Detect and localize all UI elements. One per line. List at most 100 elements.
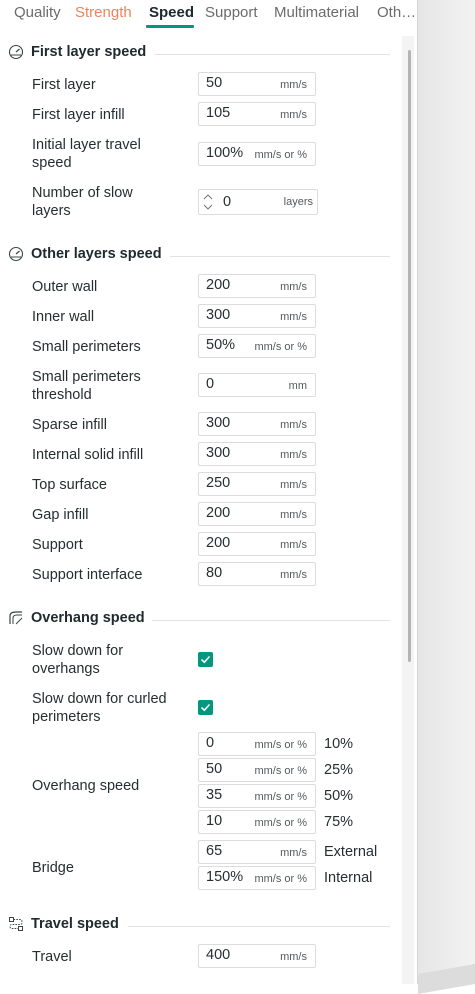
active-tab-indicator [146, 25, 194, 28]
overhang-suffix-25: 25% [324, 762, 354, 778]
section-divider [170, 256, 390, 257]
tab-support[interactable]: Support [205, 4, 258, 21]
slow-layers-input[interactable] [223, 194, 263, 210]
bridge-external-input[interactable] [206, 843, 266, 859]
support-interface-field[interactable]: mm/s [198, 562, 316, 586]
unit-label: mm/s [280, 311, 307, 323]
label-small-perimeters: Small perimeters [32, 339, 141, 355]
outer-wall-input[interactable] [206, 277, 266, 293]
unit-label: mm/s [280, 79, 307, 91]
unit-label: mm/s [280, 951, 307, 963]
label-slow-layers-2: layers [32, 203, 71, 219]
slow-down-curled-checkbox[interactable] [198, 700, 213, 715]
inner-wall-input[interactable] [206, 307, 266, 323]
travel-speed-field[interactable]: mm/s [198, 944, 316, 968]
label-initial-travel-1: Initial layer travel [32, 137, 141, 153]
section-divider [128, 926, 390, 927]
label-first-layer: First layer [32, 77, 96, 93]
support-speed-field[interactable]: mm/s [198, 532, 316, 556]
unit-label: layers [283, 196, 313, 208]
panel-divider [417, 0, 418, 984]
scrollbar-thumb[interactable] [408, 50, 411, 662]
section-title-first-layer: First layer speed [31, 44, 147, 60]
spinner-arrows-icon[interactable] [202, 192, 214, 212]
unit-label: mm/s [280, 419, 307, 431]
label-slow-layers-1: Number of slow [32, 185, 133, 201]
label-overhang-speed: Overhang speed [32, 778, 140, 794]
tab-quality[interactable]: Quality [14, 4, 61, 21]
small-perimeters-field[interactable]: mm/s or % [198, 334, 316, 358]
small-perimeters-threshold-field[interactable]: mm [198, 373, 316, 397]
support-interface-input[interactable] [206, 565, 266, 581]
tab-others[interactable]: Oth… [377, 4, 416, 21]
travel-speed-input[interactable] [206, 947, 266, 963]
travel-icon [9, 917, 23, 931]
gap-infill-input[interactable] [206, 505, 266, 521]
outer-wall-field[interactable]: mm/s [198, 274, 316, 298]
support-speed-input[interactable] [206, 535, 266, 551]
unit-label: mm/s or % [254, 149, 307, 161]
label-top-surface: Top surface [32, 477, 107, 493]
gap-infill-field[interactable]: mm/s [198, 502, 316, 526]
overhang-icon [9, 611, 23, 625]
speedometer-icon [8, 246, 24, 262]
overhang-speed-10-field[interactable]: mm/s or % [198, 732, 316, 756]
slow-layers-spinner[interactable]: layers [198, 189, 318, 215]
internal-solid-infill-field[interactable]: mm/s [198, 442, 316, 466]
label-slow-down-curled-2: perimeters [32, 709, 101, 725]
tab-multimaterial[interactable]: Multimaterial [274, 4, 359, 21]
viewport-shade [418, 0, 475, 984]
bridge-internal-field[interactable]: mm/s or % [198, 866, 316, 890]
speedometer-icon [8, 44, 24, 60]
internal-solid-infill-input[interactable] [206, 445, 266, 461]
overhang-speed-50-field[interactable]: mm/s or % [198, 784, 316, 808]
unit-label: mm/s [280, 509, 307, 521]
bridge-external-suffix: External [324, 844, 378, 860]
settings-tab-bar: Quality Strength Speed Support Multimate… [0, 0, 418, 30]
first-layer-infill-field[interactable]: mm/s [198, 102, 316, 126]
unit-label: mm/s [280, 847, 307, 859]
unit-label: mm/s or % [254, 341, 307, 353]
unit-label: mm/s or % [254, 817, 307, 829]
label-small-perimeters-threshold-1: Small perimeters [32, 369, 141, 385]
label-slow-down-curled-1: Slow down for curled [32, 691, 167, 707]
label-inner-wall: Inner wall [32, 309, 95, 325]
overhang-suffix-10: 10% [324, 736, 354, 752]
inner-wall-field[interactable]: mm/s [198, 304, 316, 328]
top-surface-field[interactable]: mm/s [198, 472, 316, 496]
unit-label: mm/s [280, 479, 307, 491]
sparse-infill-input[interactable] [206, 415, 266, 431]
section-divider [152, 620, 390, 621]
unit-label: mm [288, 380, 307, 392]
label-initial-travel-2: speed [32, 155, 72, 171]
slow-down-overhangs-checkbox[interactable] [198, 652, 213, 667]
unit-label: mm/s or % [254, 873, 307, 885]
label-travel: Travel [32, 949, 72, 965]
top-surface-input[interactable] [206, 475, 266, 491]
section-title-overhang: Overhang speed [31, 610, 145, 626]
tab-speed[interactable]: Speed [149, 4, 194, 21]
unit-label: mm/s or % [254, 765, 307, 777]
initial-layer-travel-field[interactable]: mm/s or % [198, 142, 316, 166]
overhang-speed-25-field[interactable]: mm/s or % [198, 758, 316, 782]
bridge-internal-suffix: Internal [324, 870, 373, 886]
label-sparse-infill: Sparse infill [32, 417, 107, 433]
unit-label: mm/s [280, 539, 307, 551]
bridge-external-field[interactable]: mm/s [198, 840, 316, 864]
first-layer-speed-field[interactable]: mm/s [198, 72, 316, 96]
first-layer-infill-input[interactable] [206, 105, 266, 121]
unit-label: mm/s [280, 281, 307, 293]
label-slow-down-overhangs-1: Slow down for [32, 643, 124, 659]
label-internal-solid-infill: Internal solid infill [32, 447, 144, 463]
small-perimeters-threshold-input[interactable] [206, 376, 266, 392]
label-first-layer-infill: First layer infill [32, 107, 125, 123]
label-small-perimeters-threshold-2: threshold [32, 387, 92, 403]
unit-label: mm/s or % [254, 791, 307, 803]
overhang-speed-75-field[interactable]: mm/s or % [198, 810, 316, 834]
tab-strength[interactable]: Strength [75, 4, 132, 21]
label-slow-down-overhangs-2: overhangs [32, 661, 100, 677]
sparse-infill-field[interactable]: mm/s [198, 412, 316, 436]
unit-label: mm/s [280, 109, 307, 121]
first-layer-speed-input[interactable] [206, 75, 266, 91]
label-bridge: Bridge [32, 860, 74, 876]
